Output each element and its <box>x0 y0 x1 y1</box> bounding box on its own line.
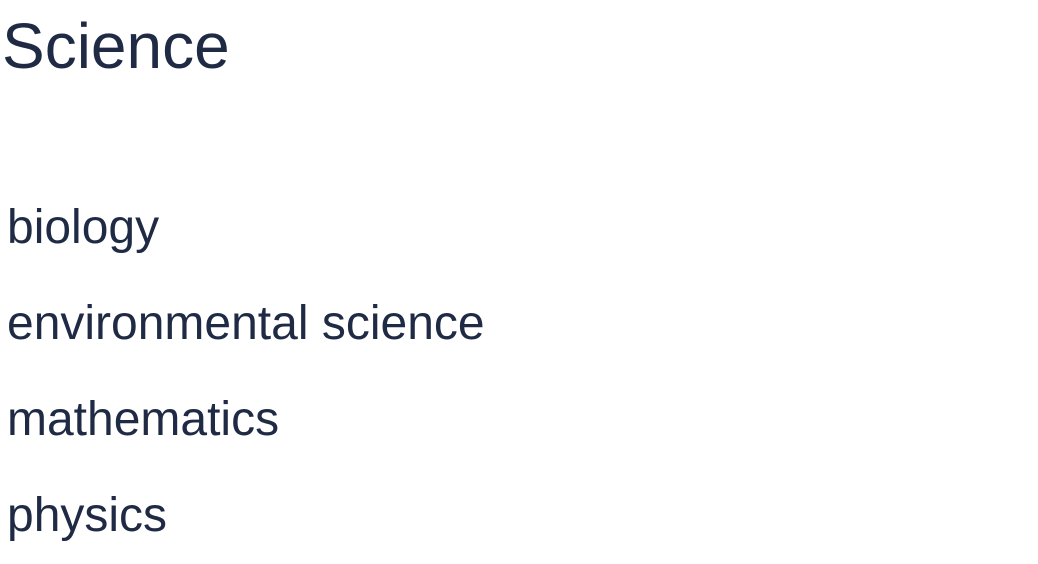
subject-link-physics[interactable]: physics <box>7 489 167 542</box>
page-title: Science <box>2 10 230 82</box>
list-item: biology <box>7 180 485 276</box>
list-item: mathematics <box>7 372 485 468</box>
subject-link-environmental-science[interactable]: environmental science <box>7 297 485 350</box>
subject-link-biology[interactable]: biology <box>7 201 159 254</box>
subject-link-mathematics[interactable]: mathematics <box>7 393 279 446</box>
list-item: environmental science <box>7 276 485 372</box>
list-item: physics <box>7 468 485 564</box>
subject-list: biology environmental science mathematic… <box>7 180 485 564</box>
